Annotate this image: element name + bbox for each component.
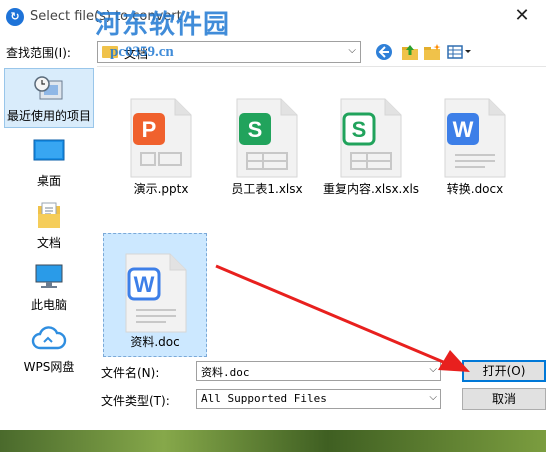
- file-name: 资料.doc: [130, 335, 180, 349]
- sidebar-item-label: 桌面: [36, 174, 61, 188]
- sidebar-item-recent[interactable]: 最近使用的项目: [4, 68, 94, 128]
- document-file-icon: W: [125, 253, 187, 333]
- sidebar-item-label: 此电脑: [30, 298, 67, 312]
- open-button[interactable]: 打开(O): [462, 360, 546, 382]
- desktop-icon: [33, 139, 65, 161]
- filename-input[interactable]: 资料.doc ⌵: [196, 361, 441, 381]
- file-name: 演示.pptx: [133, 182, 189, 196]
- sidebar-item-label: WPS网盘: [23, 360, 75, 374]
- sidebar-item-documents[interactable]: 文档: [4, 194, 94, 254]
- svg-text:P: P: [142, 117, 157, 142]
- close-button[interactable]: ✕: [512, 6, 532, 26]
- view-menu-button[interactable]: [446, 42, 472, 62]
- file-list: P 演示.pptx S 员工表1.xlsx S 重复内容.xlsx.xls W …: [97, 66, 546, 357]
- file-item-xls[interactable]: S 重复内容.xlsx.xls: [319, 79, 423, 203]
- location-label: 查找范围(I):: [6, 46, 71, 60]
- sidebar-item-label: 最近使用的项目: [6, 109, 91, 123]
- filename-value: 资料.doc: [201, 366, 250, 379]
- svg-text:S: S: [352, 117, 367, 142]
- cancel-button[interactable]: 取消: [462, 388, 546, 410]
- svg-text:W: W: [134, 272, 155, 297]
- desktop-background-strip: [0, 430, 546, 452]
- sidebar-item-this-pc[interactable]: 此电脑: [4, 256, 94, 316]
- sidebar-item-desktop[interactable]: 桌面: [4, 132, 94, 192]
- title-bar: ↻ Select file(s) to convert ✕: [0, 0, 546, 36]
- spreadsheet-file-icon: S: [236, 98, 298, 178]
- filename-label: 文件名(N):: [101, 366, 160, 380]
- file-name: 转换.docx: [446, 182, 504, 196]
- back-button[interactable]: [374, 42, 394, 62]
- file-item-docx[interactable]: W 转换.docx: [423, 79, 527, 203]
- up-folder-button[interactable]: [400, 42, 420, 62]
- chevron-down-icon: ⌵: [348, 45, 356, 56]
- documents-icon: [38, 202, 60, 228]
- chevron-down-icon[interactable]: ⌵: [429, 364, 437, 375]
- filetype-select[interactable]: All Supported Files ⌵: [196, 389, 441, 409]
- svg-text:S: S: [248, 117, 263, 142]
- presentation-file-icon: P: [130, 98, 192, 178]
- file-item-doc[interactable]: W 资料.doc: [103, 233, 207, 357]
- spreadsheet-file-icon: S: [340, 98, 402, 178]
- app-icon: ↻: [6, 8, 24, 26]
- filetype-label: 文件类型(T):: [101, 394, 170, 408]
- file-name: 员工表1.xlsx: [231, 182, 303, 196]
- wps-cloud-icon: [31, 326, 67, 350]
- file-item-pptx[interactable]: P 演示.pptx: [109, 79, 213, 203]
- file-name: 重复内容.xlsx.xls: [322, 182, 420, 196]
- chevron-down-icon[interactable]: ⌵: [429, 392, 437, 403]
- file-item-xlsx[interactable]: S 员工表1.xlsx: [215, 79, 319, 203]
- svg-text:W: W: [453, 117, 474, 142]
- filetype-value: All Supported Files: [201, 392, 327, 405]
- recent-items-icon: [34, 76, 63, 100]
- sidebar-item-label: 文档: [36, 236, 61, 250]
- sidebar-item-wps-cloud[interactable]: WPS网盘: [4, 318, 94, 378]
- this-pc-icon: [35, 264, 63, 288]
- watermark-url: pc0359.cn: [110, 44, 174, 60]
- places-sidebar: 最近使用的项目 桌面 文档 此电脑 WPS网盘: [0, 66, 96, 374]
- watermark-title: 河东软件园: [95, 10, 231, 40]
- document-file-icon: W: [444, 98, 506, 178]
- new-folder-button[interactable]: [422, 42, 442, 62]
